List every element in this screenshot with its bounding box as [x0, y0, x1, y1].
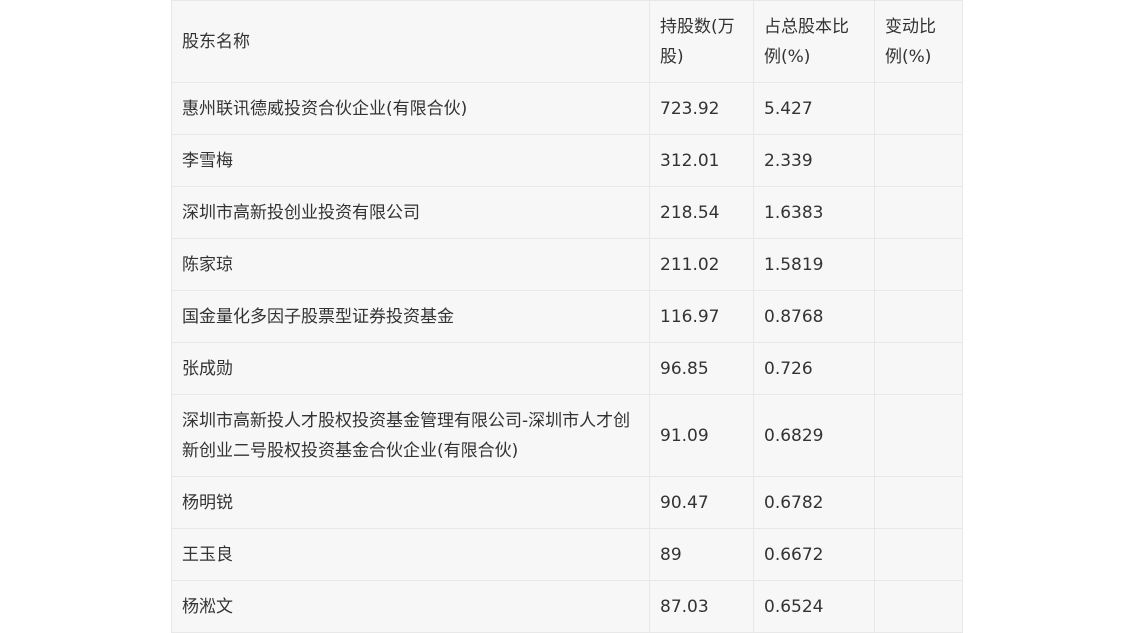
cell-shares-held: 91.09	[649, 394, 754, 477]
cell-share-ratio: 0.6672	[753, 528, 875, 581]
cell-shares-held: 96.85	[649, 342, 754, 395]
cell-share-ratio: 1.5819	[753, 238, 875, 291]
table-row: 国金量化多因子股票型证券投资基金 116.97 0.8768	[171, 290, 963, 343]
table-row: 杨明锐 90.47 0.6782	[171, 476, 963, 529]
cell-shareholder-name: 陈家琼	[171, 238, 650, 291]
cell-change-ratio	[874, 476, 963, 529]
cell-share-ratio: 0.6829	[753, 394, 875, 477]
cell-change-ratio	[874, 290, 963, 343]
shareholder-table-container: 股东名称 持股数(万股) 占总股本比例(%) 变动比例(%) 惠州联讯德威投资合…	[171, 0, 963, 633]
cell-shareholder-name: 杨明锐	[171, 476, 650, 529]
table-row: 李雪梅 312.01 2.339	[171, 134, 963, 187]
table-row: 惠州联讯德威投资合伙企业(有限合伙) 723.92 5.427	[171, 82, 963, 135]
cell-share-ratio: 0.6782	[753, 476, 875, 529]
cell-change-ratio	[874, 528, 963, 581]
cell-share-ratio: 0.8768	[753, 290, 875, 343]
cell-change-ratio	[874, 580, 963, 633]
cell-share-ratio: 0.6524	[753, 580, 875, 633]
cell-shares-held: 90.47	[649, 476, 754, 529]
header-change-ratio: 变动比例(%)	[874, 0, 963, 83]
cell-share-ratio: 2.339	[753, 134, 875, 187]
cell-shares-held: 87.03	[649, 580, 754, 633]
cell-shares-held: 211.02	[649, 238, 754, 291]
header-share-ratio: 占总股本比例(%)	[753, 0, 875, 83]
cell-share-ratio: 0.726	[753, 342, 875, 395]
table-row: 陈家琼 211.02 1.5819	[171, 238, 963, 291]
cell-shares-held: 312.01	[649, 134, 754, 187]
cell-shareholder-name: 李雪梅	[171, 134, 650, 187]
shareholder-table: 股东名称 持股数(万股) 占总股本比例(%) 变动比例(%) 惠州联讯德威投资合…	[171, 0, 963, 633]
header-shares-held: 持股数(万股)	[649, 0, 754, 83]
cell-shares-held: 89	[649, 528, 754, 581]
cell-shareholder-name: 张成勋	[171, 342, 650, 395]
header-shareholder-name: 股东名称	[171, 0, 650, 83]
cell-share-ratio: 1.6383	[753, 186, 875, 239]
table-row: 深圳市高新投创业投资有限公司 218.54 1.6383	[171, 186, 963, 239]
cell-shareholder-name: 国金量化多因子股票型证券投资基金	[171, 290, 650, 343]
cell-shares-held: 723.92	[649, 82, 754, 135]
cell-shareholder-name: 惠州联讯德威投资合伙企业(有限合伙)	[171, 82, 650, 135]
cell-change-ratio	[874, 186, 963, 239]
cell-shareholder-name: 深圳市高新投创业投资有限公司	[171, 186, 650, 239]
table-row: 王玉良 89 0.6672	[171, 528, 963, 581]
cell-change-ratio	[874, 134, 963, 187]
table-row: 张成勋 96.85 0.726	[171, 342, 963, 395]
cell-share-ratio: 5.427	[753, 82, 875, 135]
table-header-row: 股东名称 持股数(万股) 占总股本比例(%) 变动比例(%)	[171, 0, 963, 83]
cell-change-ratio	[874, 342, 963, 395]
cell-change-ratio	[874, 238, 963, 291]
cell-shareholder-name: 杨淞文	[171, 580, 650, 633]
cell-change-ratio	[874, 82, 963, 135]
cell-shares-held: 116.97	[649, 290, 754, 343]
table-row: 深圳市高新投人才股权投资基金管理有限公司-深圳市人才创新创业二号股权投资基金合伙…	[171, 394, 963, 477]
cell-shareholder-name: 王玉良	[171, 528, 650, 581]
table-row: 杨淞文 87.03 0.6524	[171, 580, 963, 633]
cell-change-ratio	[874, 394, 963, 477]
cell-shareholder-name: 深圳市高新投人才股权投资基金管理有限公司-深圳市人才创新创业二号股权投资基金合伙…	[171, 394, 650, 477]
cell-shares-held: 218.54	[649, 186, 754, 239]
